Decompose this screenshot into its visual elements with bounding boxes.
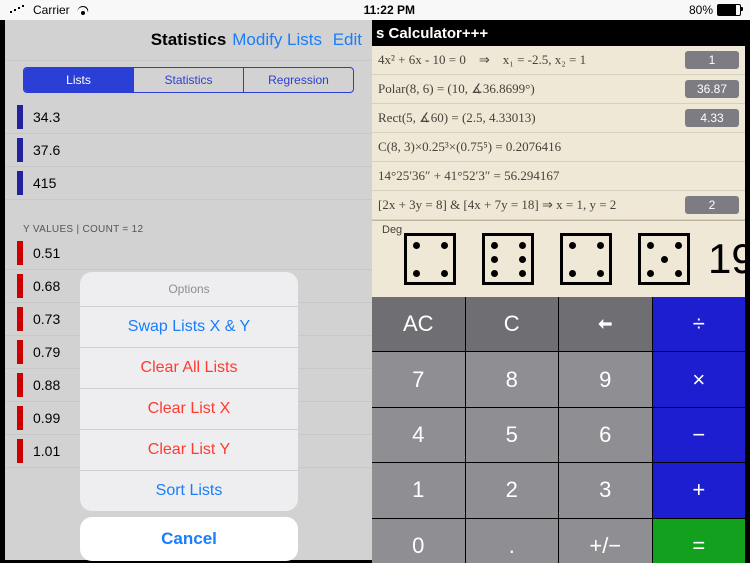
history-row[interactable]: Polar(8, 6) = (10, ∡36.8699°)36.87 (372, 75, 745, 104)
action-sheet: Options Swap Lists X & Y Clear All Lists… (80, 272, 298, 561)
history-value-button[interactable]: 1 (685, 51, 739, 69)
carrier-label: Carrier (33, 3, 70, 17)
clear-list-x-option[interactable]: Clear List X (80, 389, 298, 430)
app-title: s Calculator+++ (372, 20, 745, 46)
segment-statistics[interactable]: Statistics (133, 68, 243, 92)
history-row[interactable]: Rect(5, ∡60) = (2.5, 4.33013)4.33 (372, 104, 745, 133)
key-plus[interactable]: + (653, 463, 746, 517)
clear-list-y-option[interactable]: Clear List Y (80, 430, 298, 471)
list-row[interactable]: 415 (5, 167, 372, 200)
key-2[interactable]: 2 (466, 463, 559, 517)
calculator-panel: s Calculator+++ 4x² + 6x - 10 = 0 ⇒ x₁ =… (372, 20, 745, 560)
segment-lists[interactable]: Lists (24, 68, 133, 92)
display-value: 19 (708, 235, 750, 283)
key-c[interactable]: C (466, 297, 559, 351)
history-value-button[interactable]: 4.33 (685, 109, 739, 127)
history-row[interactable]: [2x + 3y = 8] & [4x + 7y = 18] ⇒ x = 1, … (372, 191, 745, 220)
key-multiply[interactable]: × (653, 352, 746, 406)
key-6[interactable]: 6 (559, 408, 652, 462)
battery-icon (717, 4, 741, 16)
key-8[interactable]: 8 (466, 352, 559, 406)
list-row[interactable]: 34.3 (5, 101, 372, 134)
history-row[interactable]: C(8, 3)×0.25³×(0.75⁵) = 0.2076416 (372, 133, 745, 162)
modify-lists-button[interactable]: Modify Lists (232, 30, 322, 50)
wifi-icon (76, 5, 90, 15)
keypad: AC C ÷ 7 8 9 × 4 5 6 − 1 2 3 + 0 . +/− = (372, 297, 745, 563)
cancel-button[interactable]: Cancel (80, 517, 298, 561)
die-icon (560, 233, 612, 285)
display: Deg (372, 221, 745, 297)
edit-button[interactable]: Edit (333, 30, 362, 50)
key-backspace[interactable] (559, 297, 652, 351)
y-section-label: Y VALUES | COUNT = 12 (5, 218, 372, 237)
history: 4x² + 6x - 10 = 0 ⇒ x₁ = -2.5, x₂ = 11 P… (372, 46, 745, 221)
sort-lists-option[interactable]: Sort Lists (80, 471, 298, 511)
history-row[interactable]: 14°25′36″ + 41°52′3″ = 56.294167 (372, 162, 745, 191)
battery-percent: 80% (689, 3, 713, 17)
key-ac[interactable]: AC (372, 297, 465, 351)
dice-group (404, 233, 690, 285)
die-icon (404, 233, 456, 285)
history-value-button[interactable]: 36.87 (685, 80, 739, 98)
key-1[interactable]: 1 (372, 463, 465, 517)
key-0[interactable]: 0 (372, 519, 465, 563)
clear-all-lists-option[interactable]: Clear All Lists (80, 348, 298, 389)
status-bar: Carrier 11:22 PM 80% (0, 0, 750, 20)
clock: 11:22 PM (90, 3, 689, 17)
backspace-icon (595, 314, 615, 334)
key-7[interactable]: 7 (372, 352, 465, 406)
history-value-button[interactable]: 2 (685, 196, 739, 214)
key-3[interactable]: 3 (559, 463, 652, 517)
key-divide[interactable]: ÷ (653, 297, 746, 351)
key-9[interactable]: 9 (559, 352, 652, 406)
swap-lists-option[interactable]: Swap Lists X & Y (80, 307, 298, 348)
key-5[interactable]: 5 (466, 408, 559, 462)
list-row[interactable]: 0.51 (5, 237, 372, 270)
key-minus[interactable]: − (653, 408, 746, 462)
list-row[interactable]: 37.6 (5, 134, 372, 167)
die-icon (482, 233, 534, 285)
key-4[interactable]: 4 (372, 408, 465, 462)
panel-title: Statistics (151, 30, 227, 50)
key-equals[interactable]: = (653, 519, 746, 563)
die-icon (638, 233, 690, 285)
action-sheet-header: Options (80, 272, 298, 307)
key-decimal[interactable]: . (466, 519, 559, 563)
segment-regression[interactable]: Regression (243, 68, 353, 92)
signal-icon (9, 4, 27, 16)
segment-control[interactable]: Lists Statistics Regression (23, 67, 354, 93)
key-sign[interactable]: +/− (559, 519, 652, 563)
history-row[interactable]: 4x² + 6x - 10 = 0 ⇒ x₁ = -2.5, x₂ = 11 (372, 46, 745, 75)
mode-label: Deg (382, 224, 402, 236)
